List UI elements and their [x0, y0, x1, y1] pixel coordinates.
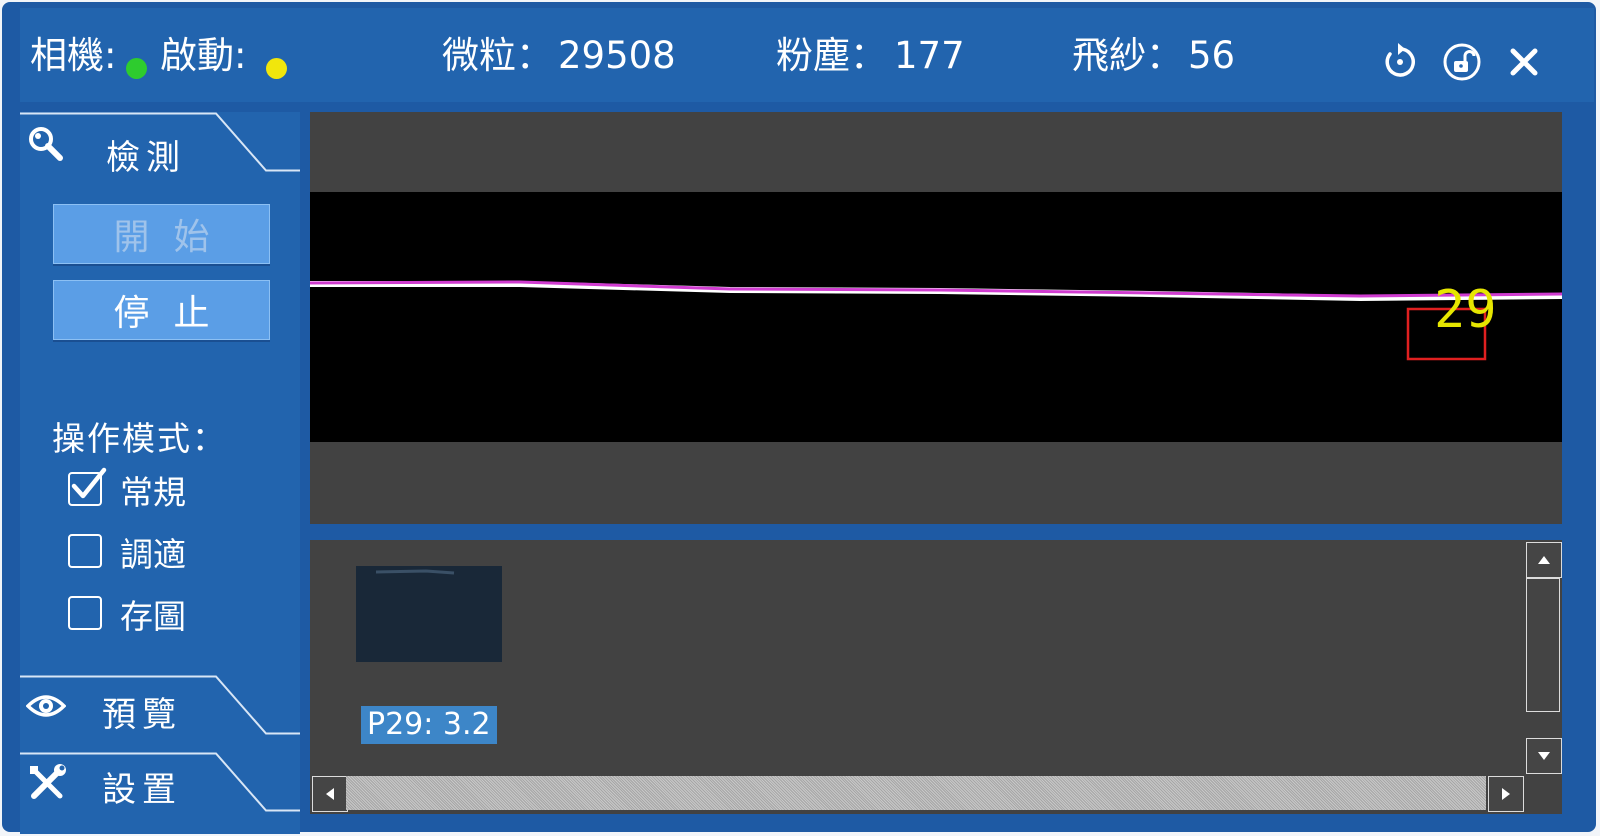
vertical-scroll-track[interactable]	[1526, 578, 1560, 712]
arrow-left-icon	[326, 788, 334, 800]
arrow-up-icon	[1538, 556, 1550, 564]
start-button[interactable]: 開始	[53, 204, 270, 264]
particles-count: 29508	[558, 34, 676, 77]
app-window: 相機: 啟動: 微粒： 29508 粉塵： 177 飛紗： 56 檢測 開始 停…	[2, 2, 1596, 834]
mode-label-adjust: 調適	[120, 535, 186, 574]
tools-icon	[30, 764, 66, 799]
checkbox-save-image[interactable]	[68, 596, 102, 630]
yarn-line-overlay	[309, 280, 1563, 361]
particles-label: 微粒：	[442, 34, 553, 77]
search-icon	[29, 127, 63, 161]
mode-label-normal: 常規	[120, 473, 186, 512]
detections-panel: P29: 3.2	[310, 540, 1562, 814]
close-icon[interactable]	[1502, 40, 1546, 84]
tab-settings[interactable]: 設置	[20, 752, 300, 814]
mode-title: 操作模式：	[52, 419, 227, 458]
yarn-count: 56	[1188, 34, 1236, 77]
horizontal-scroll-track[interactable]	[346, 776, 1486, 810]
arrow-down-icon	[1538, 752, 1550, 760]
camera-view: 29	[309, 112, 1563, 524]
camera-status-label: 相機:	[30, 34, 117, 77]
stop-button[interactable]: 停止	[53, 280, 270, 340]
yarn-label: 飛紗：	[1072, 34, 1183, 77]
thumbnail-caption: P29: 3.2	[361, 706, 497, 744]
horizontal-scrollbar[interactable]	[310, 774, 1524, 812]
dust-count: 177	[894, 34, 965, 77]
refresh-icon[interactable]	[1378, 40, 1422, 84]
scroll-left-button[interactable]	[312, 776, 348, 812]
tab-preview[interactable]: 預覽	[20, 675, 300, 737]
unlock-icon[interactable]	[1440, 40, 1484, 84]
tab-detect[interactable]: 檢測	[20, 112, 300, 178]
arrow-right-icon	[1502, 788, 1510, 800]
detection-thumbnail[interactable]	[356, 566, 502, 662]
eye-icon	[26, 695, 66, 717]
scroll-right-button[interactable]	[1488, 776, 1524, 812]
vertical-scrollbar[interactable]	[1524, 540, 1562, 780]
scroll-up-button[interactable]	[1526, 542, 1562, 578]
checkbox-adjust[interactable]	[68, 534, 102, 568]
start-status-label: 啟動:	[160, 34, 247, 77]
tab-preview-label: 預覽	[102, 695, 182, 735]
detection-id-label: 29	[1434, 280, 1497, 340]
status-bar: 相機: 啟動: 微粒： 29508 粉塵： 177 飛紗： 56	[20, 8, 1594, 102]
thumbnail-image	[375, 569, 455, 575]
tab-settings-label: 設置	[102, 770, 182, 810]
start-status-indicator	[266, 58, 287, 79]
sidebar: 檢測 開始 停止 操作模式： 常規 調適 存圖 預覽 設置	[20, 112, 300, 834]
checkmark-icon	[71, 467, 107, 499]
camera-frame: 29	[309, 192, 1563, 442]
scroll-down-button[interactable]	[1526, 738, 1562, 774]
dust-label: 粉塵：	[776, 34, 887, 77]
mode-label-save-image: 存圖	[120, 597, 186, 636]
tab-detect-label: 檢測	[106, 138, 186, 178]
camera-status-indicator	[126, 58, 147, 79]
